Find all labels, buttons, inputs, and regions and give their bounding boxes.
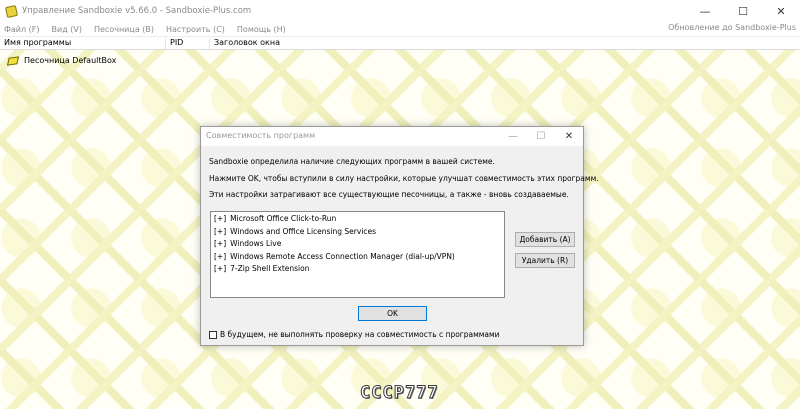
menu-help[interactable]: Помощь (H) — [231, 25, 292, 34]
dialog-maximize-button[interactable]: ☐ — [527, 127, 555, 146]
dialog-controls: — ☐ ✕ — [499, 127, 583, 146]
sandbox-label: Песочница DefaultBox — [24, 56, 117, 65]
maximize-button[interactable]: ☐ — [724, 0, 762, 22]
expand-marker[interactable]: [+] — [214, 264, 226, 273]
column-header-row: Имя программы PID Заголовок окна — [0, 36, 800, 50]
sandbox-icon — [6, 55, 20, 66]
list-item[interactable]: [+] 7-Zip Shell Extension — [211, 263, 504, 276]
upgrade-link[interactable]: Обновление до Sandboxie-Plus — [668, 23, 796, 32]
program-name: Windows Live — [230, 239, 282, 248]
program-name: Microsoft Office Click-to-Run — [230, 214, 337, 223]
expand-marker[interactable]: [+] — [214, 252, 226, 261]
minimize-button[interactable]: — — [686, 0, 724, 22]
menu-bar: Файл (F) Вид (V) Песочница (B) Настроить… — [0, 22, 800, 36]
main-titlebar: Управление Sandboxie v5.66.0 - Sandboxie… — [0, 0, 800, 22]
sandboxie-app-icon — [4, 4, 19, 18]
skip-check-checkbox[interactable] — [209, 330, 217, 339]
menu-file[interactable]: Файл (F) — [0, 25, 46, 34]
dialog-minimize-button[interactable]: — — [499, 127, 527, 146]
menu-configure[interactable]: Настроить (C) — [160, 25, 231, 34]
column-program-name[interactable]: Имя программы — [0, 38, 166, 49]
expand-marker[interactable]: [+] — [214, 239, 226, 248]
list-item[interactable]: [+] Windows Remote Access Connection Mana… — [211, 251, 504, 264]
program-list[interactable]: [+] Microsoft Office Click-to-Run [+] Wind… — [210, 211, 505, 298]
menu-view[interactable]: Вид (V) — [46, 25, 88, 34]
program-name: Windows Remote Access Connection Manager… — [230, 251, 455, 261]
skip-check-option[interactable]: В будущем, не выполнять проверку на совм… — [209, 330, 500, 339]
watermark-logo: CCCP777 — [360, 383, 439, 404]
column-window-title[interactable]: Заголовок окна — [210, 38, 800, 49]
skip-check-label[interactable]: В будущем, не выполнять проверку на совм… — [220, 330, 500, 339]
dialog-intro-text: Sandboxie определила наличие следующих п… — [209, 157, 495, 166]
dialog-ok-hint-text: Нажмите OK, чтобы вступили в силу настро… — [209, 174, 599, 183]
program-name: 7-Zip Shell Extension — [230, 264, 310, 273]
dialog-title: Совместимость программ — [206, 131, 316, 140]
window-controls: — ☐ ✕ — [686, 0, 800, 22]
list-item[interactable]: [+] Windows and Office Licensing Services — [211, 226, 504, 239]
program-name: Windows and Office Licensing Services — [230, 226, 377, 236]
sandbox-tree-item[interactable]: Песочница DefaultBox — [6, 55, 117, 66]
dialog-close-button[interactable]: ✕ — [555, 127, 583, 146]
column-pid[interactable]: PID — [166, 38, 210, 49]
add-button[interactable]: Добавить (A) — [515, 232, 575, 247]
list-item[interactable]: [+] Windows Live — [211, 238, 504, 251]
expand-marker[interactable]: [+] — [214, 227, 226, 236]
dialog-titlebar: Совместимость программ — ☐ ✕ — [201, 127, 583, 146]
window-title: Управление Sandboxie v5.66.0 - Sandboxie… — [22, 6, 252, 16]
expand-marker[interactable]: [+] — [214, 214, 226, 223]
compatibility-dialog: Совместимость программ — ☐ ✕ Sandboxie о… — [200, 126, 599, 346]
remove-button[interactable]: Удалить (R) — [515, 253, 575, 268]
menu-sandbox[interactable]: Песочница (B) — [88, 25, 160, 34]
ok-button[interactable]: OK — [358, 306, 427, 321]
dialog-scope-text: Эти настройки затрагивают все существующ… — [209, 190, 569, 199]
close-button[interactable]: ✕ — [762, 0, 800, 22]
list-item[interactable]: [+] Microsoft Office Click-to-Run — [211, 213, 504, 226]
